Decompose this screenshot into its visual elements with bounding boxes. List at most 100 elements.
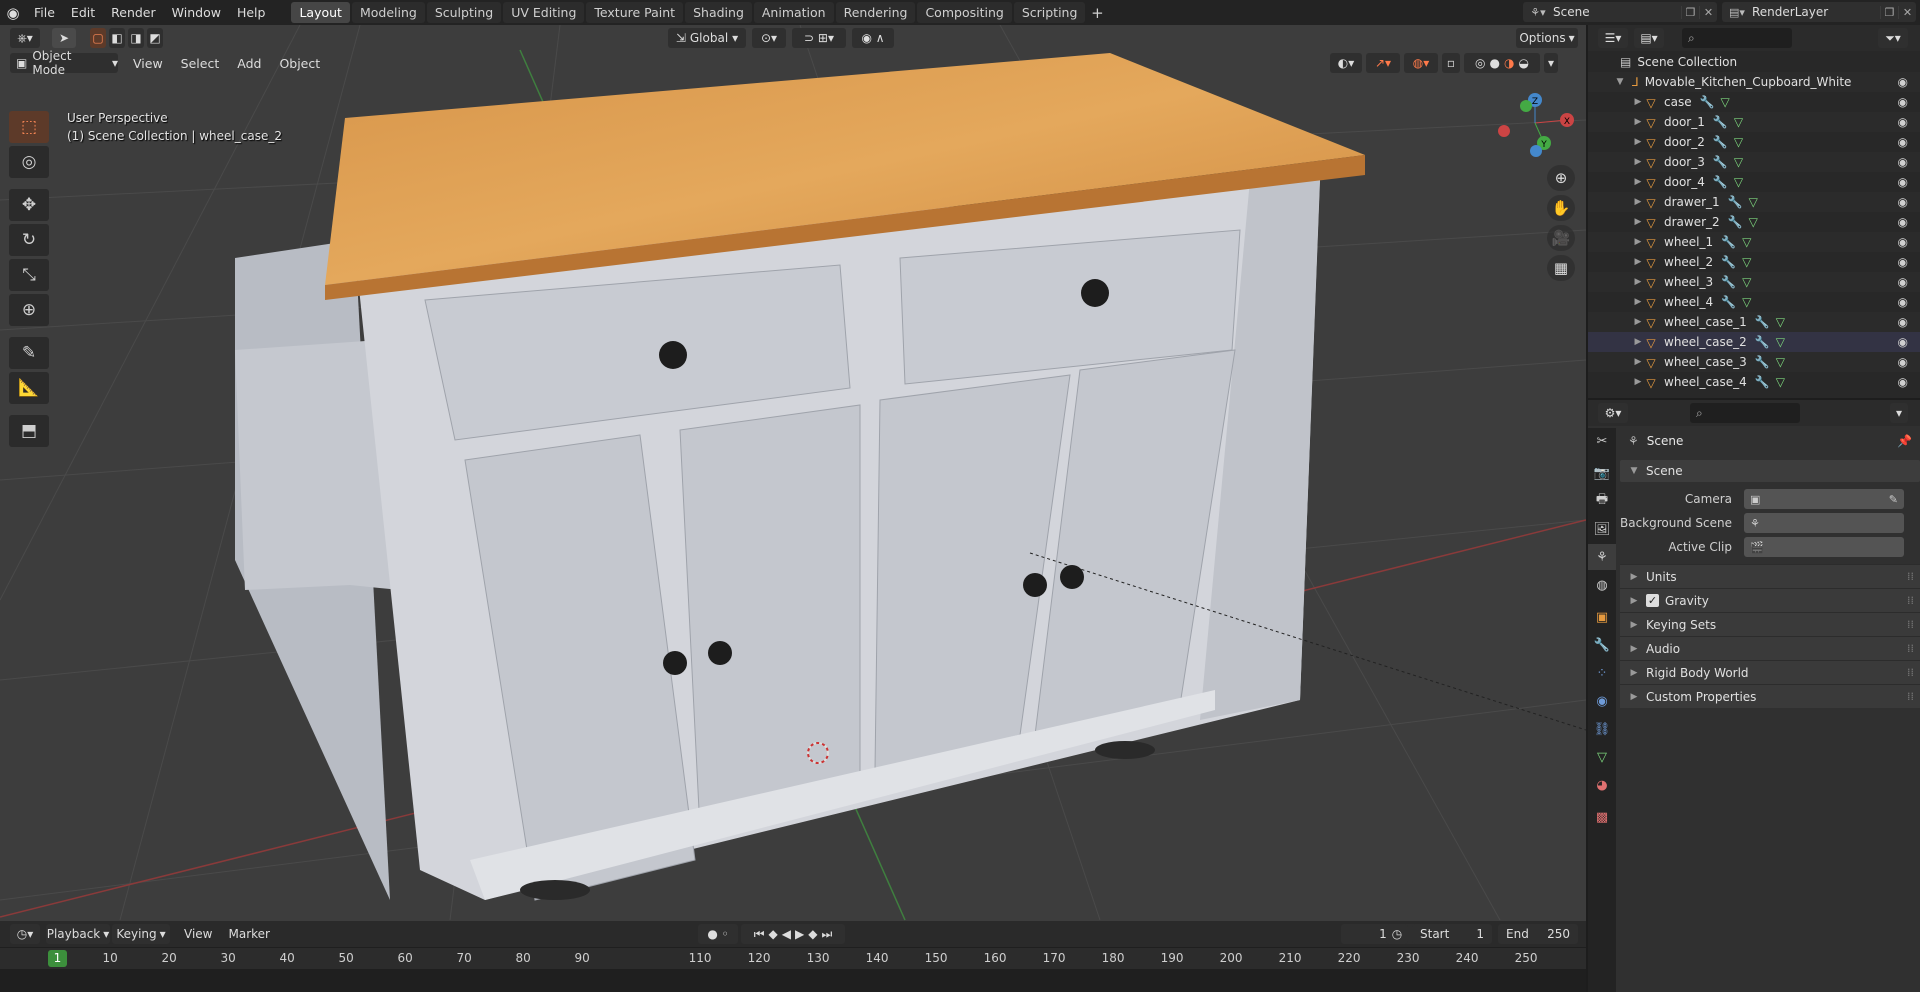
object-tab-icon[interactable]: ▣ (1588, 604, 1616, 630)
timeline-track[interactable] (0, 969, 1586, 992)
outliner-item[interactable]: ▶ ▽ door_1 🔧 ▽ ◉ (1588, 112, 1920, 132)
modifier-icon[interactable]: 🔧 (1728, 195, 1743, 209)
gizmo-neg-z-icon[interactable] (1530, 145, 1542, 157)
play-icon[interactable]: ▶ (793, 927, 806, 941)
overlays-icon[interactable]: ◍▾ (1404, 53, 1438, 73)
mesh-data-icon[interactable]: ▽ (1734, 155, 1743, 169)
view-layer-selector[interactable]: ▤▾ RenderLayer ❐ ✕ (1722, 2, 1916, 22)
eye-icon[interactable]: ◉ (1898, 75, 1908, 89)
drag-handle-icon[interactable]: ⁞⁞ (1907, 690, 1914, 703)
modifier-icon[interactable]: 🔧 (1755, 335, 1770, 349)
properties-options-icon[interactable]: ▾ (1890, 403, 1908, 423)
3d-viewport[interactable]: X Z Y ⎈▾ ➤ ▢ ◧ ◨ ◩ ▣ Object Mode ▾ View … (0, 25, 1586, 921)
collection-row[interactable]: ▼ ⅃ Movable_Kitchen_Cupboard_White ◉ (1588, 72, 1920, 92)
modifier-icon[interactable]: 🔧 (1713, 175, 1728, 189)
mesh-data-icon[interactable]: ▽ (1749, 195, 1758, 209)
tab-layout[interactable]: Layout (291, 2, 350, 23)
outliner-item[interactable]: ▶ ▽ door_4 🔧 ▽ ◉ (1588, 172, 1920, 192)
keying-sets-panel-header[interactable]: ▶ Keying Sets ⁞⁞ (1620, 612, 1920, 636)
material-preview-icon[interactable]: ◑ (1502, 56, 1516, 70)
outliner-item[interactable]: ▶ ▽ wheel_1 🔧 ▽ ◉ (1588, 232, 1920, 252)
eye-icon[interactable]: ◉ (1898, 375, 1908, 389)
expand-arrow-icon[interactable]: ▶ (1632, 277, 1644, 287)
material-tab-icon[interactable]: ◕ (1588, 772, 1616, 798)
eye-icon[interactable]: ◉ (1898, 155, 1908, 169)
display-mode-icon[interactable]: ▤▾ (1634, 28, 1664, 48)
select-tool-icon[interactable]: ⬚ (9, 111, 49, 143)
outliner-item[interactable]: ▶ ▽ drawer_2 🔧 ▽ ◉ (1588, 212, 1920, 232)
modifier-icon[interactable]: 🔧 (1721, 295, 1736, 309)
expand-arrow-icon[interactable]: ▶ (1632, 97, 1644, 107)
mode-dropdown[interactable]: ▣ Object Mode ▾ (10, 49, 118, 77)
mesh-data-icon[interactable]: ▽ (1742, 235, 1751, 249)
expand-arrow-icon[interactable]: ▶ (1632, 357, 1644, 367)
move-tool-icon[interactable]: ✥ (9, 189, 49, 221)
eye-icon[interactable]: ◉ (1898, 235, 1908, 249)
eye-icon[interactable]: ◉ (1898, 335, 1908, 349)
mesh-data-icon[interactable]: ▽ (1749, 215, 1758, 229)
scene-collection-row[interactable]: ▤ Scene Collection (1588, 52, 1920, 72)
outliner-item[interactable]: ▶ ▽ wheel_2 🔧 ▽ ◉ (1588, 252, 1920, 272)
modifier-icon[interactable]: 🔧 (1721, 235, 1736, 249)
rendered-icon[interactable]: ◒ (1516, 56, 1530, 70)
outliner-item[interactable]: ▶ ▽ wheel_case_4 🔧 ▽ ◉ (1588, 372, 1920, 392)
end-frame-field[interactable]: End 250 (1498, 924, 1578, 944)
modifier-icon[interactable]: 🔧 (1713, 115, 1728, 129)
outliner-item[interactable]: ▶ ▽ wheel_case_1 🔧 ▽ ◉ (1588, 312, 1920, 332)
eye-icon[interactable]: ◉ (1898, 135, 1908, 149)
eye-icon[interactable]: ◉ (1898, 355, 1908, 369)
start-frame-field[interactable]: Start 1 (1412, 924, 1492, 944)
tab-scripting[interactable]: Scripting (1013, 2, 1086, 23)
texture-tab-icon[interactable]: ▩ (1588, 804, 1616, 830)
menu-file[interactable]: File (26, 0, 63, 25)
xray-icon[interactable]: ▫ (1442, 53, 1460, 73)
modifier-icon[interactable]: 🔧 (1721, 255, 1736, 269)
mesh-data-icon[interactable]: ▽ (1721, 95, 1730, 109)
scene-tab-icon[interactable]: ⚘ (1588, 544, 1616, 570)
snapping-icon[interactable]: ⊃ ⊞▾ (792, 28, 846, 48)
tab-uv-editing[interactable]: UV Editing (503, 2, 585, 23)
mesh-data-icon[interactable]: ▽ (1776, 355, 1785, 369)
gizmo-neg-x-icon[interactable] (1498, 125, 1510, 137)
eye-icon[interactable]: ◉ (1898, 315, 1908, 329)
playback-dropdown[interactable]: Playback ▾ (46, 924, 110, 944)
expand-arrow-icon[interactable]: ▶ (1632, 117, 1644, 127)
expand-arrow-icon[interactable]: ▶ (1632, 377, 1644, 387)
mesh-data-icon[interactable]: ▽ (1742, 275, 1751, 289)
gizmo-neg-y-icon[interactable] (1520, 100, 1532, 112)
scale-tool-icon[interactable]: ⤡ (9, 259, 49, 291)
drag-handle-icon[interactable]: ⁞⁞ (1907, 666, 1914, 679)
menu-select[interactable]: Select (172, 56, 229, 71)
transform-tool-icon[interactable]: ⊕ (9, 294, 49, 326)
select-extend-icon[interactable]: ◧ (109, 28, 125, 48)
proportional-editing-icon[interactable]: ◉ ∧ (852, 28, 894, 48)
properties-editor-type-icon[interactable]: ⚙▾ (1598, 403, 1628, 423)
expand-arrow-icon[interactable]: ▶ (1632, 257, 1644, 267)
tab-compositing[interactable]: Compositing (917, 2, 1012, 23)
expand-arrow-icon[interactable]: ▶ (1632, 217, 1644, 227)
pin-icon[interactable]: 📌 (1897, 434, 1912, 448)
delete-scene-icon[interactable]: ✕ (1699, 5, 1717, 19)
outliner-item[interactable]: ▶ ▽ wheel_4 🔧 ▽ ◉ (1588, 292, 1920, 312)
mesh-data-icon[interactable]: ▽ (1776, 315, 1785, 329)
expand-arrow-icon[interactable]: ▶ (1632, 157, 1644, 167)
modifier-icon[interactable]: 🔧 (1713, 135, 1728, 149)
mesh-data-icon[interactable]: ▽ (1742, 295, 1751, 309)
auto-keying-icon[interactable]: ● ◦ (698, 924, 738, 944)
expand-arrow-icon[interactable]: ▶ (1632, 197, 1644, 207)
menu-render[interactable]: Render (103, 0, 164, 25)
modifier-icon[interactable]: 🔧 (1713, 155, 1728, 169)
solid-icon[interactable]: ● (1488, 56, 1502, 70)
menu-edit[interactable]: Edit (63, 0, 103, 25)
audio-panel-header[interactable]: ▶ Audio ⁞⁞ (1620, 636, 1920, 660)
mesh-data-icon[interactable]: ▽ (1734, 175, 1743, 189)
mesh-data-icon[interactable]: ▽ (1734, 135, 1743, 149)
prev-keyframe-icon[interactable]: ◆ (767, 927, 780, 941)
preview-range-icon[interactable]: ◷ (1386, 924, 1408, 944)
background-scene-field[interactable]: ⚘ (1744, 513, 1904, 533)
menu-add[interactable]: Add (228, 56, 270, 71)
next-keyframe-icon[interactable]: ◆ (806, 927, 819, 941)
wireframe-icon[interactable]: ◎ (1473, 56, 1487, 70)
outliner-item[interactable]: ▶ ▽ drawer_1 🔧 ▽ ◉ (1588, 192, 1920, 212)
world-tab-icon[interactable]: ◍ (1588, 572, 1616, 598)
